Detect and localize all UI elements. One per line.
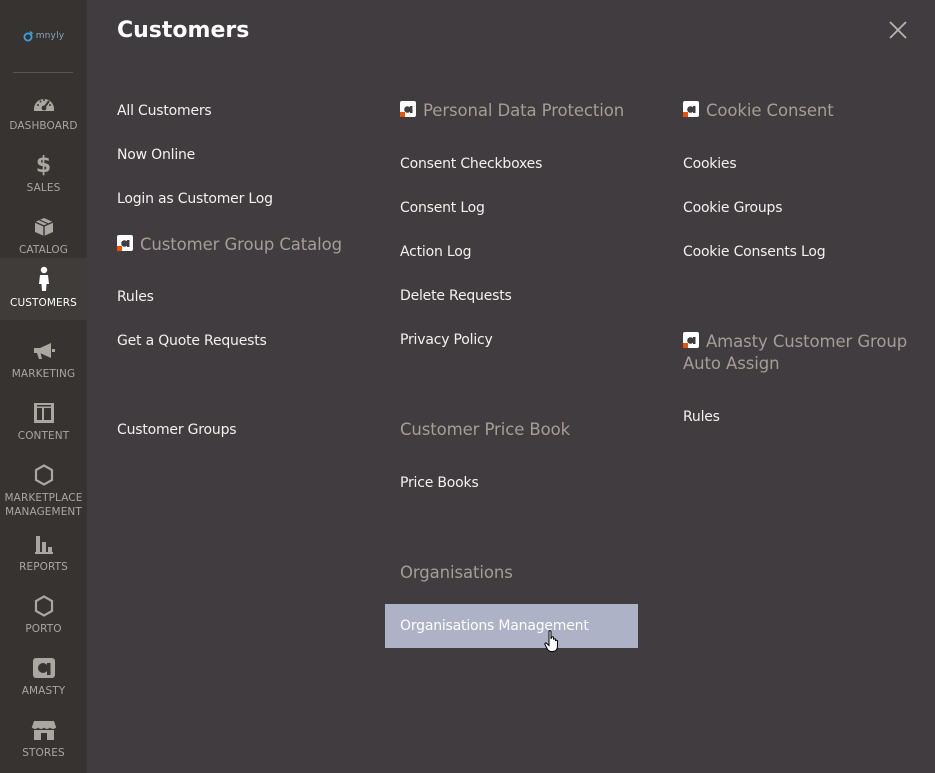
menu-item-hovered[interactable]: Organisations Management xyxy=(385,604,638,648)
menu-link-privacy-policy[interactable]: Privacy Policy xyxy=(400,332,493,348)
menu-link-consent-log[interactable]: Consent Log xyxy=(400,200,485,216)
layout-icon xyxy=(33,402,55,424)
menu-link-customer-groups[interactable]: Customer Groups xyxy=(117,422,237,438)
nav-item-marketing[interactable]: MARKETING xyxy=(0,330,87,392)
section-customer-group-catalog: Customer Group Catalog xyxy=(117,234,342,256)
section-organisations: Organisations xyxy=(400,563,513,582)
section-cookie-consent: Cookie Consent xyxy=(683,100,834,122)
menu-link-price-books[interactable]: Price Books xyxy=(400,475,479,491)
amasty-badge-icon xyxy=(683,101,699,117)
nav-item-sales[interactable]: $ SALES xyxy=(0,144,87,206)
nav-item-marketplace[interactable]: MARKETPLACE MANAGEMENT xyxy=(0,454,87,524)
menu-link-auto-assign-rules[interactable]: Rules xyxy=(683,409,720,425)
section-title: Cookie Consent xyxy=(706,101,834,120)
person-icon xyxy=(37,266,51,292)
nav-item-reports[interactable]: REPORTS xyxy=(0,523,87,585)
menu-link-cookie-consents-log[interactable]: Cookie Consents Log xyxy=(683,244,826,260)
megaphone-icon xyxy=(32,340,56,362)
hexagon-icon xyxy=(34,595,54,617)
customers-flyout-panel: Customers All Customers Now Online Login… xyxy=(87,0,935,773)
section-title: Personal Data Protection xyxy=(423,101,625,120)
nav-label: STORES xyxy=(22,747,65,759)
nav-item-customers[interactable]: CUSTOMERS xyxy=(0,258,87,320)
close-button[interactable] xyxy=(888,20,908,40)
amasty-badge-icon xyxy=(117,235,133,251)
nav-item-dashboard[interactable]: DASHBOARD xyxy=(0,82,87,144)
panel-title: Customers xyxy=(117,18,250,43)
bar-chart-icon xyxy=(33,533,55,555)
nav-label: PORTO xyxy=(25,623,62,635)
hexagon-icon xyxy=(34,464,54,486)
nav-label: DASHBOARD xyxy=(9,120,78,132)
menu-link-consent-checkboxes[interactable]: Consent Checkboxes xyxy=(400,156,542,172)
sidebar-divider xyxy=(13,72,73,73)
nav-label: CONTENT xyxy=(17,430,70,442)
nav-item-amasty[interactable]: AMASTY xyxy=(0,647,87,709)
menu-link-rules[interactable]: Rules xyxy=(117,289,154,305)
menu-link-login-as-customer-log[interactable]: Login as Customer Log xyxy=(117,191,273,207)
nav-label: CATALOG xyxy=(18,244,69,256)
store-icon xyxy=(31,719,57,741)
menu-link-action-log[interactable]: Action Log xyxy=(400,244,472,260)
menu-link-organisations-management[interactable]: Organisations Management xyxy=(400,618,589,634)
section-customer-price-book: Customer Price Book xyxy=(400,420,571,439)
amasty-badge-icon xyxy=(400,101,416,117)
section-title-line2: Auto Assign xyxy=(683,354,780,373)
menu-link-all-customers[interactable]: All Customers xyxy=(117,103,212,119)
section-amasty-customer-group-auto-assign: Amasty Customer Group Auto Assign xyxy=(683,331,923,375)
section-title: Amasty Customer Group xyxy=(706,332,908,351)
menu-link-quote-requests[interactable]: Get a Quote Requests xyxy=(117,333,267,349)
nav-label: MARKETPLACE MANAGEMENT xyxy=(4,492,83,518)
dollar-icon: $ xyxy=(35,152,52,178)
nav-item-stores[interactable]: STORES xyxy=(0,709,87,771)
nav-label: CUSTOMERS xyxy=(10,297,77,309)
admin-sidebar: mnyly DASHBOARD $ SALES CATALOG CUSTOMER… xyxy=(0,0,87,773)
nav-item-porto[interactable]: PORTO xyxy=(0,585,87,647)
nav-label: SALES xyxy=(26,182,61,194)
menu-link-cookies[interactable]: Cookies xyxy=(683,156,737,172)
menu-link-cookie-groups[interactable]: Cookie Groups xyxy=(683,200,782,216)
nav-label: MARKETING xyxy=(11,368,76,380)
nav-label: REPORTS xyxy=(19,561,68,573)
logo-icon xyxy=(23,30,33,41)
menu-link-now-online[interactable]: Now Online xyxy=(117,147,195,163)
close-icon xyxy=(889,21,907,39)
dashboard-icon xyxy=(32,92,56,114)
nav-label: AMASTY xyxy=(21,685,66,697)
logo[interactable]: mnyly xyxy=(0,0,87,72)
section-title: Customer Group Catalog xyxy=(140,235,343,254)
menu-link-delete-requests[interactable]: Delete Requests xyxy=(400,288,512,304)
amasty-icon xyxy=(32,657,56,679)
logo-mark: mnyly xyxy=(23,30,65,42)
amasty-badge-icon xyxy=(683,332,699,348)
section-personal-data-protection: Personal Data Protection xyxy=(400,100,624,122)
nav-item-content[interactable]: CONTENT xyxy=(0,392,87,454)
logo-text: mnyly xyxy=(35,31,65,41)
box-icon xyxy=(33,216,55,238)
